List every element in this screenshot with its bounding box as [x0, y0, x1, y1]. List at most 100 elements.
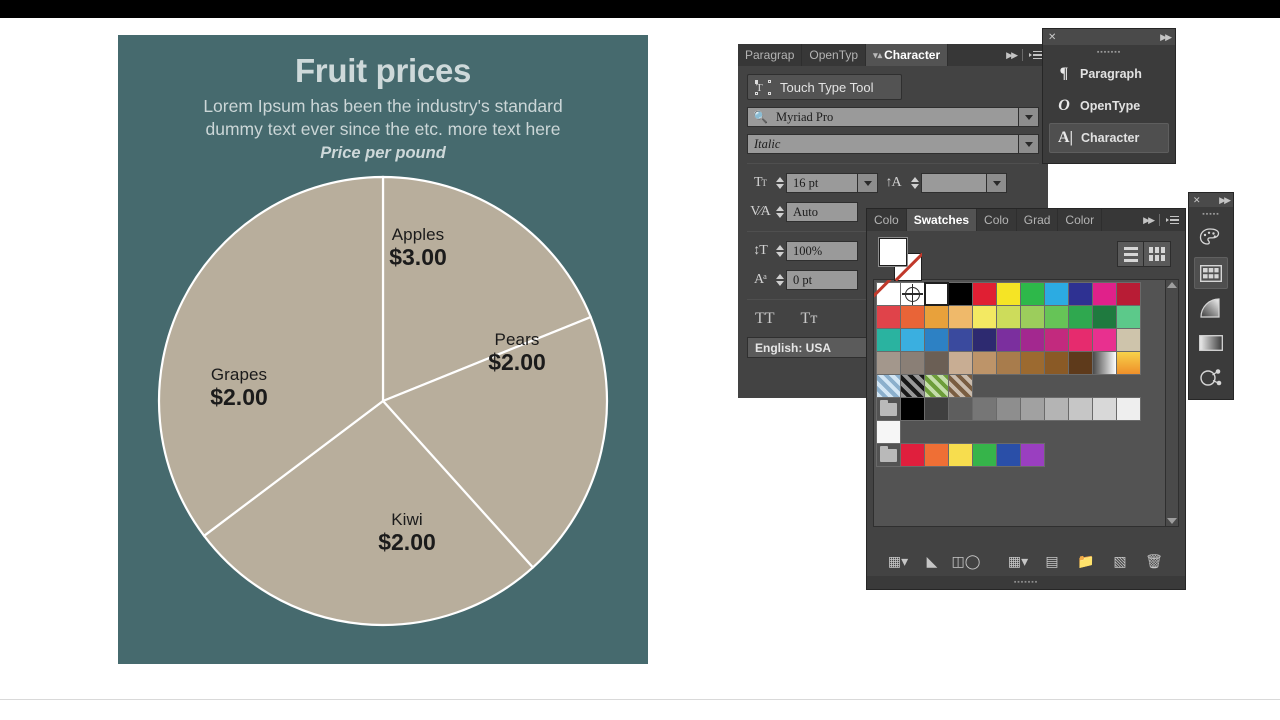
expand-panel-icon[interactable]: ▶▶	[1219, 195, 1231, 206]
swatch-color[interactable]	[948, 305, 973, 329]
new-color-group-icon[interactable]: ▦▾	[1001, 550, 1035, 572]
swatch-color[interactable]	[1044, 282, 1069, 306]
swatch-gradient[interactable]	[1116, 351, 1141, 375]
swatch-color[interactable]	[1092, 397, 1117, 421]
vertical-scale-stepper[interactable]	[773, 241, 786, 261]
symbols-panel-icon[interactable]	[1194, 362, 1228, 394]
swatch-color[interactable]	[996, 305, 1021, 329]
swatch-color[interactable]	[1068, 282, 1093, 306]
swatch-pattern[interactable]	[948, 374, 973, 398]
mini-dock-grip-icon[interactable]: ▪▪▪▪▪▪▪	[1043, 47, 1175, 57]
vertical-scale-input[interactable]: 100%	[786, 241, 858, 261]
swatch-grid[interactable]	[873, 279, 1167, 527]
language-select[interactable]: English: USA	[747, 337, 871, 358]
swatch-color[interactable]	[948, 397, 973, 421]
tab-character[interactable]: ▾▴ Character	[866, 44, 949, 66]
tab-color[interactable]: Colo	[867, 209, 907, 231]
baseline-shift-stepper[interactable]	[773, 270, 786, 290]
swatch-color[interactable]	[1020, 397, 1045, 421]
swatch-color[interactable]	[1092, 282, 1117, 306]
leading-stepper[interactable]	[908, 173, 921, 193]
gradient-panel-icon[interactable]	[1194, 292, 1228, 324]
swatch-pattern[interactable]	[900, 374, 925, 398]
font-family-input[interactable]: 🔍 Myriad Pro	[747, 107, 1019, 127]
swatch-color[interactable]	[1116, 282, 1141, 306]
swatch-color[interactable]	[948, 282, 973, 306]
expand-panel-icon[interactable]: ▶▶	[1160, 32, 1172, 43]
tab-gradient[interactable]: Grad	[1016, 209, 1059, 231]
collapse-panel-icon[interactable]: ▶▶	[1143, 215, 1155, 226]
swatch-color[interactable]	[924, 282, 949, 306]
leading-input[interactable]	[921, 173, 987, 193]
stroke-panel-icon[interactable]	[1194, 327, 1228, 359]
swatch-color[interactable]	[900, 328, 925, 352]
show-swatch-kinds-icon[interactable]: ◣	[915, 550, 949, 572]
swatch-color[interactable]	[900, 397, 925, 421]
swatch-none[interactable]	[876, 282, 901, 306]
swatch-color[interactable]	[996, 351, 1021, 375]
swatch-group-folder[interactable]	[876, 443, 901, 467]
mini-dock-item-paragraph[interactable]: ¶ Paragraph	[1049, 59, 1169, 89]
swatch-color[interactable]	[948, 351, 973, 375]
swatch-color[interactable]	[948, 443, 973, 467]
swatch-color[interactable]	[996, 328, 1021, 352]
swatch-color[interactable]	[1020, 328, 1045, 352]
swatch-color[interactable]	[1044, 351, 1069, 375]
icon-dock-grip-icon[interactable]: ▪▪▪▪▪	[1189, 209, 1233, 219]
small-caps-button[interactable]: Tт	[801, 310, 818, 328]
swatch-color[interactable]	[1020, 282, 1045, 306]
swatch-group-folder[interactable]	[876, 397, 901, 421]
swatch-color[interactable]	[1020, 305, 1045, 329]
tab-color-guide[interactable]: Colo	[977, 209, 1017, 231]
new-swatch-icon[interactable]: ▧	[1103, 550, 1137, 572]
tab-swatches[interactable]: Swatches	[906, 209, 978, 231]
kerning-stepper[interactable]	[773, 202, 786, 222]
swatch-color[interactable]	[900, 443, 925, 467]
font-size-input[interactable]: 16 pt	[786, 173, 858, 193]
touch-type-tool-button[interactable]: T Touch Type Tool	[747, 74, 902, 100]
font-style-input[interactable]: Italic	[747, 134, 1019, 154]
swatch-color[interactable]	[972, 351, 997, 375]
swatch-color[interactable]	[1044, 328, 1069, 352]
collapse-panel-icon[interactable]: ▶▶	[1006, 50, 1018, 61]
font-family-dropdown-button[interactable]	[1019, 107, 1039, 127]
grid-view-button[interactable]	[1144, 242, 1170, 266]
close-icon[interactable]: ✕	[1048, 32, 1056, 43]
mini-dock-item-character[interactable]: A| Character	[1049, 123, 1169, 153]
tab-paragraph[interactable]: Paragrap	[738, 44, 803, 66]
swatch-color[interactable]	[1116, 397, 1141, 421]
tab-opentype[interactable]: OpenTyp	[802, 44, 867, 66]
swatch-libraries-icon[interactable]: ▦▾	[881, 550, 915, 572]
swatch-gradient[interactable]	[1092, 351, 1117, 375]
baseline-shift-input[interactable]: 0 pt	[786, 270, 858, 290]
swatch-color[interactable]	[972, 282, 997, 306]
swatch-pattern[interactable]	[876, 374, 901, 398]
mini-dock-item-opentype[interactable]: O OpenType	[1049, 91, 1169, 121]
panel-menu-icon[interactable]	[1029, 50, 1042, 60]
swatches-resize-grip[interactable]: ▪▪▪▪▪▪▪	[867, 576, 1185, 589]
swatch-color[interactable]	[996, 397, 1021, 421]
font-style-dropdown-button[interactable]	[1019, 134, 1039, 154]
scroll-up-icon[interactable]	[1167, 282, 1177, 288]
link-color-group-icon[interactable]: ◫◯	[949, 550, 983, 572]
swatch-color[interactable]	[924, 351, 949, 375]
swatch-color[interactable]	[948, 328, 973, 352]
swatch-color[interactable]	[1068, 305, 1093, 329]
swatches-panel-icon[interactable]	[1194, 257, 1228, 289]
swatch-color[interactable]	[1092, 305, 1117, 329]
swatch-color[interactable]	[996, 443, 1021, 467]
swatch-color[interactable]	[972, 397, 997, 421]
swatch-color[interactable]	[924, 397, 949, 421]
swatch-color[interactable]	[1116, 305, 1141, 329]
swatch-color[interactable]	[1020, 351, 1045, 375]
leading-dropdown-button[interactable]	[987, 173, 1007, 193]
fill-color-box[interactable]	[879, 238, 907, 266]
folder-icon[interactable]: 📁	[1069, 550, 1103, 572]
scroll-down-icon[interactable]	[1167, 518, 1177, 524]
swatch-color[interactable]	[996, 282, 1021, 306]
swatch-color[interactable]	[900, 305, 925, 329]
swatch-color[interactable]	[972, 305, 997, 329]
swatch-color[interactable]	[876, 305, 901, 329]
all-caps-button[interactable]: TT	[755, 310, 775, 328]
tab-color-extra[interactable]: Color	[1058, 209, 1103, 231]
